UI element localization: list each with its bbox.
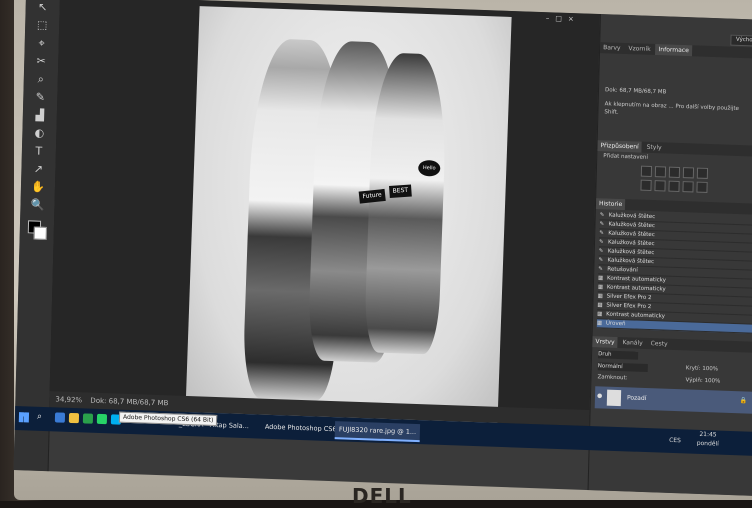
- black-white-icon[interactable]: [668, 180, 680, 192]
- minimize-button[interactable]: –: [546, 14, 556, 22]
- opacity-label: Krytí:: [685, 365, 701, 372]
- opacity-control: Krytí: 100%: [686, 365, 718, 372]
- windows-start-icon[interactable]: [18, 412, 30, 423]
- language-indicator[interactable]: CES: [669, 437, 681, 444]
- hue-saturation-icon[interactable]: [640, 179, 652, 192]
- info-panel-tabs: Barvy Vzorník Informace: [599, 42, 752, 59]
- layer-filter-select[interactable]: Druh: [597, 350, 639, 360]
- taskbar-photoshop-document[interactable]: FUJI8320 rare.jpg @ 1...: [334, 421, 421, 443]
- opacity-value[interactable]: 100%: [702, 366, 718, 373]
- tab-cesty[interactable]: Cesty: [647, 338, 670, 350]
- fill-label: Výplň:: [685, 377, 703, 384]
- stamp-tool-icon[interactable]: ▟: [31, 108, 49, 123]
- workspace-select[interactable]: Výchozí: [730, 34, 752, 47]
- monitor-screen: ↖ ⬚ ⌖ ✂ ⌕ ✎ ▟ ◐ T ↗ ✋ 🔍 Future BEST Hell…: [13, 0, 752, 496]
- tab-kanaly[interactable]: Kanály: [619, 337, 645, 349]
- whatsapp-icon[interactable]: [96, 413, 108, 425]
- fill-control: Výplň: 100%: [685, 377, 720, 384]
- tab-historie[interactable]: Historie: [595, 198, 626, 211]
- taskbar-photoshop[interactable]: Adobe Photoshop CS6: [261, 419, 341, 438]
- search-icon[interactable]: ⌕: [37, 412, 42, 422]
- tab-informace[interactable]: Informace: [655, 44, 692, 57]
- window-controls: –□×: [546, 14, 580, 23]
- lock-icon: 🔒: [739, 397, 748, 405]
- type-tool-icon[interactable]: T: [30, 144, 48, 159]
- tab-prizpusobeni[interactable]: Přizpůsobení: [597, 140, 642, 153]
- path-select-tool-icon[interactable]: ↗: [29, 162, 47, 177]
- eyedropper-tool-icon[interactable]: ⌕: [32, 72, 50, 87]
- curves-icon[interactable]: [668, 166, 681, 178]
- fill-value[interactable]: 100%: [704, 378, 720, 385]
- tab-styly[interactable]: Styly: [644, 142, 665, 154]
- clock-day: pondělí: [696, 439, 719, 448]
- exposure-icon[interactable]: [682, 167, 695, 179]
- brush-tool-icon[interactable]: ✎: [31, 90, 49, 105]
- crop-tool-icon[interactable]: ✂: [32, 54, 50, 69]
- tab-barvy[interactable]: Barvy: [600, 42, 624, 54]
- brightness-icon[interactable]: [640, 165, 653, 178]
- info-readout: Dok: 68,7 MB/68,7 MB Ak klepnutím na obr…: [604, 58, 752, 121]
- dell-logo: DELL: [352, 484, 412, 508]
- spotify-icon[interactable]: [82, 413, 94, 424]
- info-doc-size: Dok: 68,7 MB/68,7 MB: [604, 87, 667, 96]
- edge-icon[interactable]: [54, 412, 66, 423]
- close-button[interactable]: ×: [568, 15, 580, 23]
- maximize-button[interactable]: □: [555, 14, 568, 22]
- color-balance-icon[interactable]: [654, 180, 666, 192]
- adjustment-icons: [640, 165, 751, 200]
- levels-icon[interactable]: [654, 166, 667, 178]
- blend-mode-select[interactable]: Normální: [597, 362, 648, 373]
- dodge-tool-icon[interactable]: ◐: [30, 126, 48, 141]
- marquee-tool-icon[interactable]: ⬚: [33, 18, 51, 33]
- right-panels: Výchozí Barvy Vzorník Informace Dok: 68,…: [587, 14, 752, 496]
- system-clock[interactable]: 21:45 pondělí: [697, 430, 720, 449]
- vibrance-icon[interactable]: [696, 167, 709, 179]
- move-tool-icon[interactable]: ↖: [33, 0, 51, 15]
- zoom-tool-icon[interactable]: 🔍: [28, 198, 46, 213]
- document-canvas[interactable]: Future BEST Hello: [49, 0, 601, 435]
- hand-tool-icon[interactable]: ✋: [29, 180, 47, 195]
- lock-label: Zamknout:: [597, 374, 628, 382]
- zoom-level[interactable]: 34,92%: [55, 395, 82, 404]
- lasso-tool-icon[interactable]: ⌖: [33, 36, 51, 51]
- tab-vrstvy[interactable]: Vrstvy: [592, 336, 618, 348]
- layer-row-background[interactable]: ● Pozadí 🔒: [594, 386, 752, 414]
- background-color-swatch[interactable]: [33, 226, 47, 240]
- info-hint: Ak klepnutím na obraz ... Pro další volb…: [604, 101, 739, 116]
- eye-icon[interactable]: ●: [597, 392, 602, 399]
- folder-icon[interactable]: [68, 412, 80, 424]
- channel-mixer-icon[interactable]: [696, 181, 708, 193]
- layer-thumbnail: [606, 389, 622, 407]
- document-size: Dok: 68,7 MB/68,7 MB: [90, 396, 169, 408]
- layer-name: Pozadí: [626, 394, 647, 403]
- adjust-title: Přidat nastavení: [603, 153, 649, 161]
- photo-image: Future BEST Hello: [185, 6, 512, 427]
- tab-vzornik[interactable]: Vzorník: [625, 43, 654, 55]
- photo-filter-icon[interactable]: [682, 181, 694, 193]
- sign-best: BEST: [389, 184, 412, 198]
